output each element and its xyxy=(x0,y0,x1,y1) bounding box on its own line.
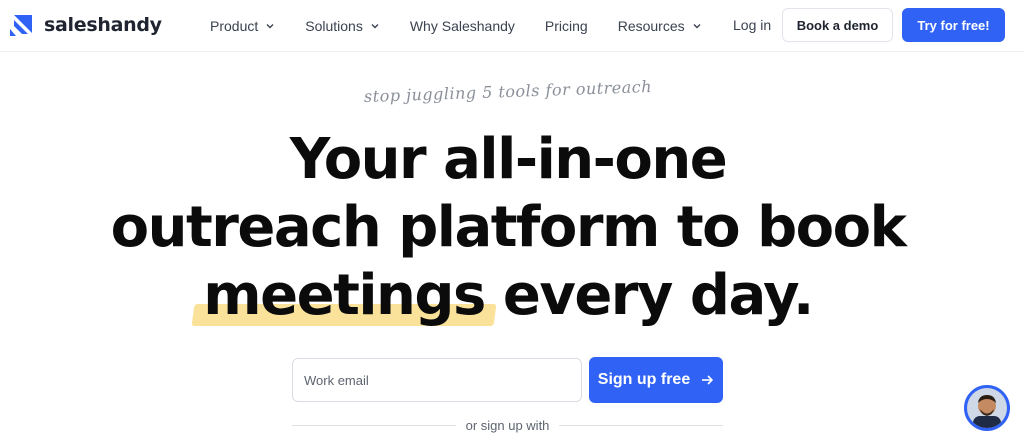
highlight-text: meetings xyxy=(203,263,486,328)
sign-up-label: Sign up free xyxy=(597,371,691,388)
or-sign-up-text: or sign up with xyxy=(465,417,550,433)
book-demo-button[interactable]: Book a demo xyxy=(782,8,893,42)
divider-line xyxy=(559,424,724,426)
hero-tagline: stop juggling 5 tools for outreach xyxy=(363,76,653,107)
sign-up-free-button[interactable]: Sign up free xyxy=(589,357,723,403)
nav-item-label: Why Saleshandy xyxy=(409,18,515,34)
try-free-button[interactable]: Try for free! xyxy=(902,8,1005,42)
headline-line-3-rest: every day. xyxy=(484,263,814,328)
chat-support-avatar[interactable] xyxy=(964,385,1010,431)
nav-item-product[interactable]: Product xyxy=(210,18,275,34)
hero-headline: Your all-in-one outreach platform to boo… xyxy=(0,126,1016,330)
nav-item-label: Product xyxy=(210,18,259,34)
work-email-input[interactable] xyxy=(292,358,582,402)
brand-logo[interactable]: saleshandy xyxy=(10,12,162,38)
nav-item-pricing[interactable]: Pricing xyxy=(545,18,588,34)
nav-item-label: Solutions xyxy=(305,18,363,34)
main-nav: Product Solutions Why Saleshandy Pricing… xyxy=(210,0,732,52)
nav-item-label: Pricing xyxy=(544,18,588,34)
chevron-down-icon xyxy=(266,24,274,29)
nav-item-solutions[interactable]: Solutions xyxy=(305,18,380,34)
chevron-down-icon xyxy=(371,24,379,29)
headline-line-2: outreach platform to book xyxy=(110,195,907,260)
highlighted-word: meetings xyxy=(191,262,497,330)
nav-item-label: Resources xyxy=(617,18,685,34)
arrow-right-icon xyxy=(702,375,714,385)
headline-line-3: meetings every day. xyxy=(0,262,1016,330)
support-avatar-icon xyxy=(967,388,1007,428)
headline-line-1: Your all-in-one xyxy=(289,127,728,192)
nav-item-why-saleshandy[interactable]: Why Saleshandy xyxy=(410,18,515,34)
or-divider: or sign up with xyxy=(292,416,724,434)
divider-line xyxy=(292,424,456,426)
saleshandy-logo-icon xyxy=(10,15,32,36)
brand-name: saleshandy xyxy=(44,14,162,36)
nav-item-resources[interactable]: Resources xyxy=(618,18,702,34)
chevron-down-icon xyxy=(693,24,701,29)
top-navbar: saleshandy Product Solutions Why Salesha… xyxy=(0,0,1024,52)
login-link[interactable]: Log in xyxy=(733,17,771,33)
